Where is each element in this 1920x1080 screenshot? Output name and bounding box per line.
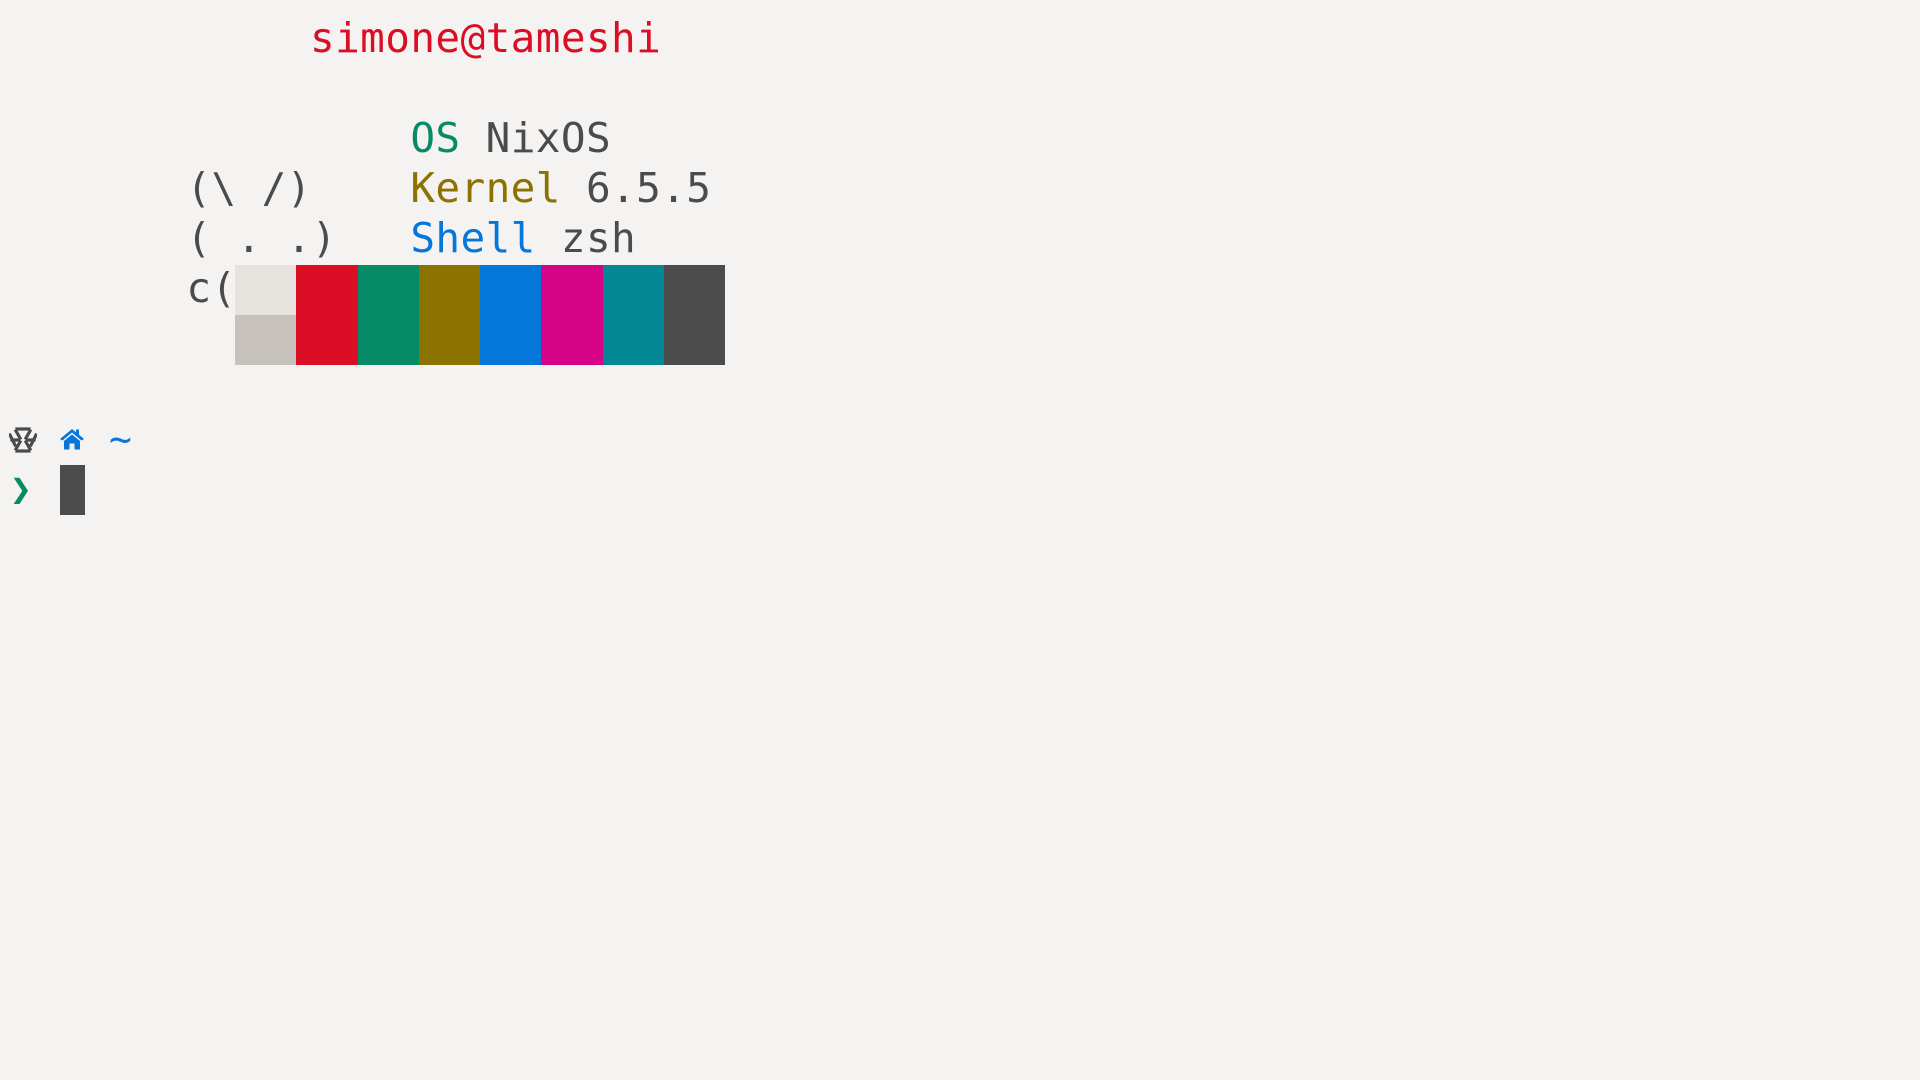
palette-swatch-normal [480, 265, 542, 315]
palette-swatch-normal [602, 265, 664, 315]
palette-swatch-6 [602, 265, 664, 365]
info-row-wm: WM bspwm [310, 213, 611, 312]
text-cursor [60, 465, 85, 515]
terminal-window[interactable]: (\ /) ( . .) c(")(") simone@tameshi OS N… [0, 0, 1920, 1080]
palette-swatch-normal [663, 265, 725, 315]
prompt-symbol: ❯ [10, 469, 33, 510]
home-icon [60, 429, 84, 450]
palette-swatch-normal [357, 265, 419, 315]
palette-swatch-normal [235, 265, 297, 315]
palette-swatch-3 [418, 265, 480, 365]
palette-swatch-bright [663, 315, 725, 365]
palette-swatch-7 [663, 265, 725, 365]
palette-swatch-normal [296, 265, 358, 315]
palette-swatch-bright [296, 315, 358, 365]
color-palette [235, 265, 725, 365]
palette-swatch-bright [480, 315, 542, 365]
info-row-shell: Shell zsh [310, 163, 636, 262]
palette-swatch-bright [418, 315, 480, 365]
palette-swatch-bright [357, 315, 419, 365]
current-directory: ~ [109, 417, 133, 461]
palette-swatch-5 [541, 265, 603, 365]
palette-swatch-bright [541, 315, 603, 365]
logo-line-ears: (\ /) [86, 113, 312, 212]
palette-swatch-normal [418, 265, 480, 315]
info-row-os: OS NixOS [310, 63, 611, 162]
palette-swatch-4 [480, 265, 542, 365]
user-host-header: simone@tameshi [310, 14, 662, 62]
palette-swatch-bright [602, 315, 664, 365]
info-row-kernel: Kernel 6.5.5 [310, 113, 711, 212]
nixos-snowflake-icon [9, 427, 37, 453]
palette-swatch-0 [235, 265, 297, 365]
palette-swatch-normal [541, 265, 603, 315]
logo-line-face: ( . .) [86, 163, 337, 262]
palette-swatch-bright [235, 315, 297, 365]
palette-swatch-2 [357, 265, 419, 365]
logo-text: c( [186, 264, 237, 312]
palette-swatch-1 [296, 265, 358, 365]
